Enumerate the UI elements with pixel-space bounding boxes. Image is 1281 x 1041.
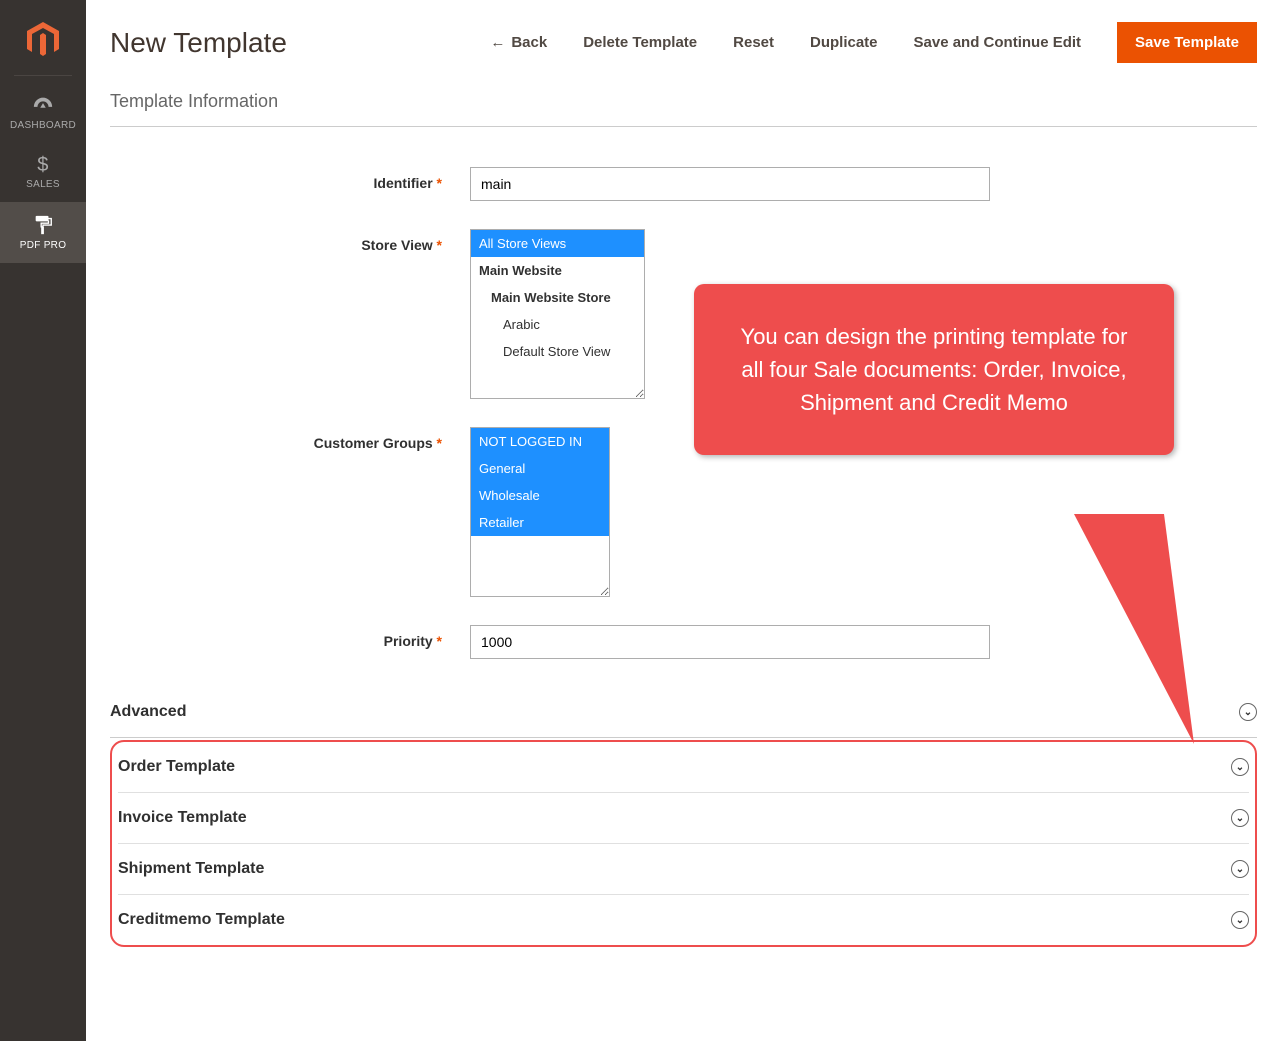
page-header: New Template ← Back Delete Template Rese… — [110, 0, 1257, 81]
sidebar: DASHBOARD $ SALES PDF PRO — [0, 0, 86, 1041]
priority-label: Priority — [110, 625, 470, 649]
gauge-icon — [4, 94, 82, 116]
store-view-label: Store View — [110, 229, 470, 253]
chevron-down-icon: ⌄ — [1231, 809, 1249, 827]
customer-group-option[interactable]: Retailer — [471, 509, 609, 536]
save-continue-button[interactable]: Save and Continue Edit — [914, 34, 1082, 51]
customer-groups-label: Customer Groups — [110, 427, 470, 451]
paint-roller-icon — [4, 214, 82, 236]
back-label: Back — [511, 34, 547, 51]
delete-template-button[interactable]: Delete Template — [583, 34, 697, 51]
save-template-button[interactable]: Save Template — [1117, 22, 1257, 63]
chevron-down-icon: ⌄ — [1239, 703, 1257, 721]
fieldset-invoice-template[interactable]: Invoice Template ⌄ — [118, 793, 1249, 844]
callout-text: You can design the printing template for… — [741, 324, 1128, 415]
identifier-label: Identifier — [110, 167, 470, 191]
dollar-icon: $ — [4, 155, 82, 175]
fieldset-creditmemo-template[interactable]: Creditmemo Template ⌄ — [118, 895, 1249, 945]
sidebar-item-label: SALES — [26, 179, 60, 190]
arrow-left-icon: ← — [490, 34, 505, 51]
section-title: Template Information — [110, 81, 1257, 127]
sidebar-item-dashboard[interactable]: DASHBOARD — [0, 82, 86, 143]
fieldset-label: Invoice Template — [118, 809, 247, 827]
store-view-option[interactable]: All Store Views — [471, 230, 644, 257]
fieldset-label: Advanced — [110, 703, 186, 721]
reset-button[interactable]: Reset — [733, 34, 774, 51]
back-button[interactable]: ← Back — [490, 34, 547, 51]
magento-logo[interactable] — [14, 12, 72, 76]
fieldset-shipment-template[interactable]: Shipment Template ⌄ — [118, 844, 1249, 895]
store-view-option[interactable]: Main Website — [471, 257, 644, 284]
sidebar-item-pdfpro[interactable]: PDF PRO — [0, 202, 86, 263]
customer-group-option[interactable]: NOT LOGGED IN — [471, 428, 609, 455]
fieldset-label: Creditmemo Template — [118, 911, 285, 929]
customer-group-option[interactable]: Wholesale — [471, 482, 609, 509]
sidebar-item-sales[interactable]: $ SALES — [0, 143, 86, 202]
store-view-multiselect[interactable]: All Store Views Main Website Main Websit… — [470, 229, 645, 399]
customer-group-option[interactable]: General — [471, 455, 609, 482]
page-title: New Template — [110, 27, 287, 59]
chevron-down-icon: ⌄ — [1231, 860, 1249, 878]
sidebar-item-label: DASHBOARD — [10, 120, 76, 131]
field-identifier: Identifier — [110, 167, 1257, 201]
fieldset-label: Shipment Template — [118, 860, 264, 878]
fieldset-label: Order Template — [118, 758, 235, 776]
sidebar-item-label: PDF PRO — [20, 240, 67, 251]
chevron-down-icon: ⌄ — [1231, 758, 1249, 776]
priority-input[interactable] — [470, 625, 990, 659]
action-bar: ← Back Delete Template Reset Duplicate S… — [490, 22, 1257, 63]
chevron-down-icon: ⌄ — [1231, 911, 1249, 929]
duplicate-button[interactable]: Duplicate — [810, 34, 878, 51]
main-content: New Template ← Back Delete Template Rese… — [86, 0, 1281, 1041]
store-view-option[interactable]: Arabic — [471, 311, 644, 338]
store-view-option[interactable]: Main Website Store — [471, 284, 644, 311]
identifier-input[interactable] — [470, 167, 990, 201]
customer-groups-multiselect[interactable]: NOT LOGGED IN General Wholesale Retailer — [470, 427, 610, 597]
callout-tail — [1074, 514, 1214, 754]
store-view-option[interactable]: Default Store View — [471, 338, 644, 365]
template-sections-highlight: Order Template ⌄ Invoice Template ⌄ Ship… — [110, 740, 1257, 947]
annotation-callout: You can design the printing template for… — [694, 284, 1174, 455]
